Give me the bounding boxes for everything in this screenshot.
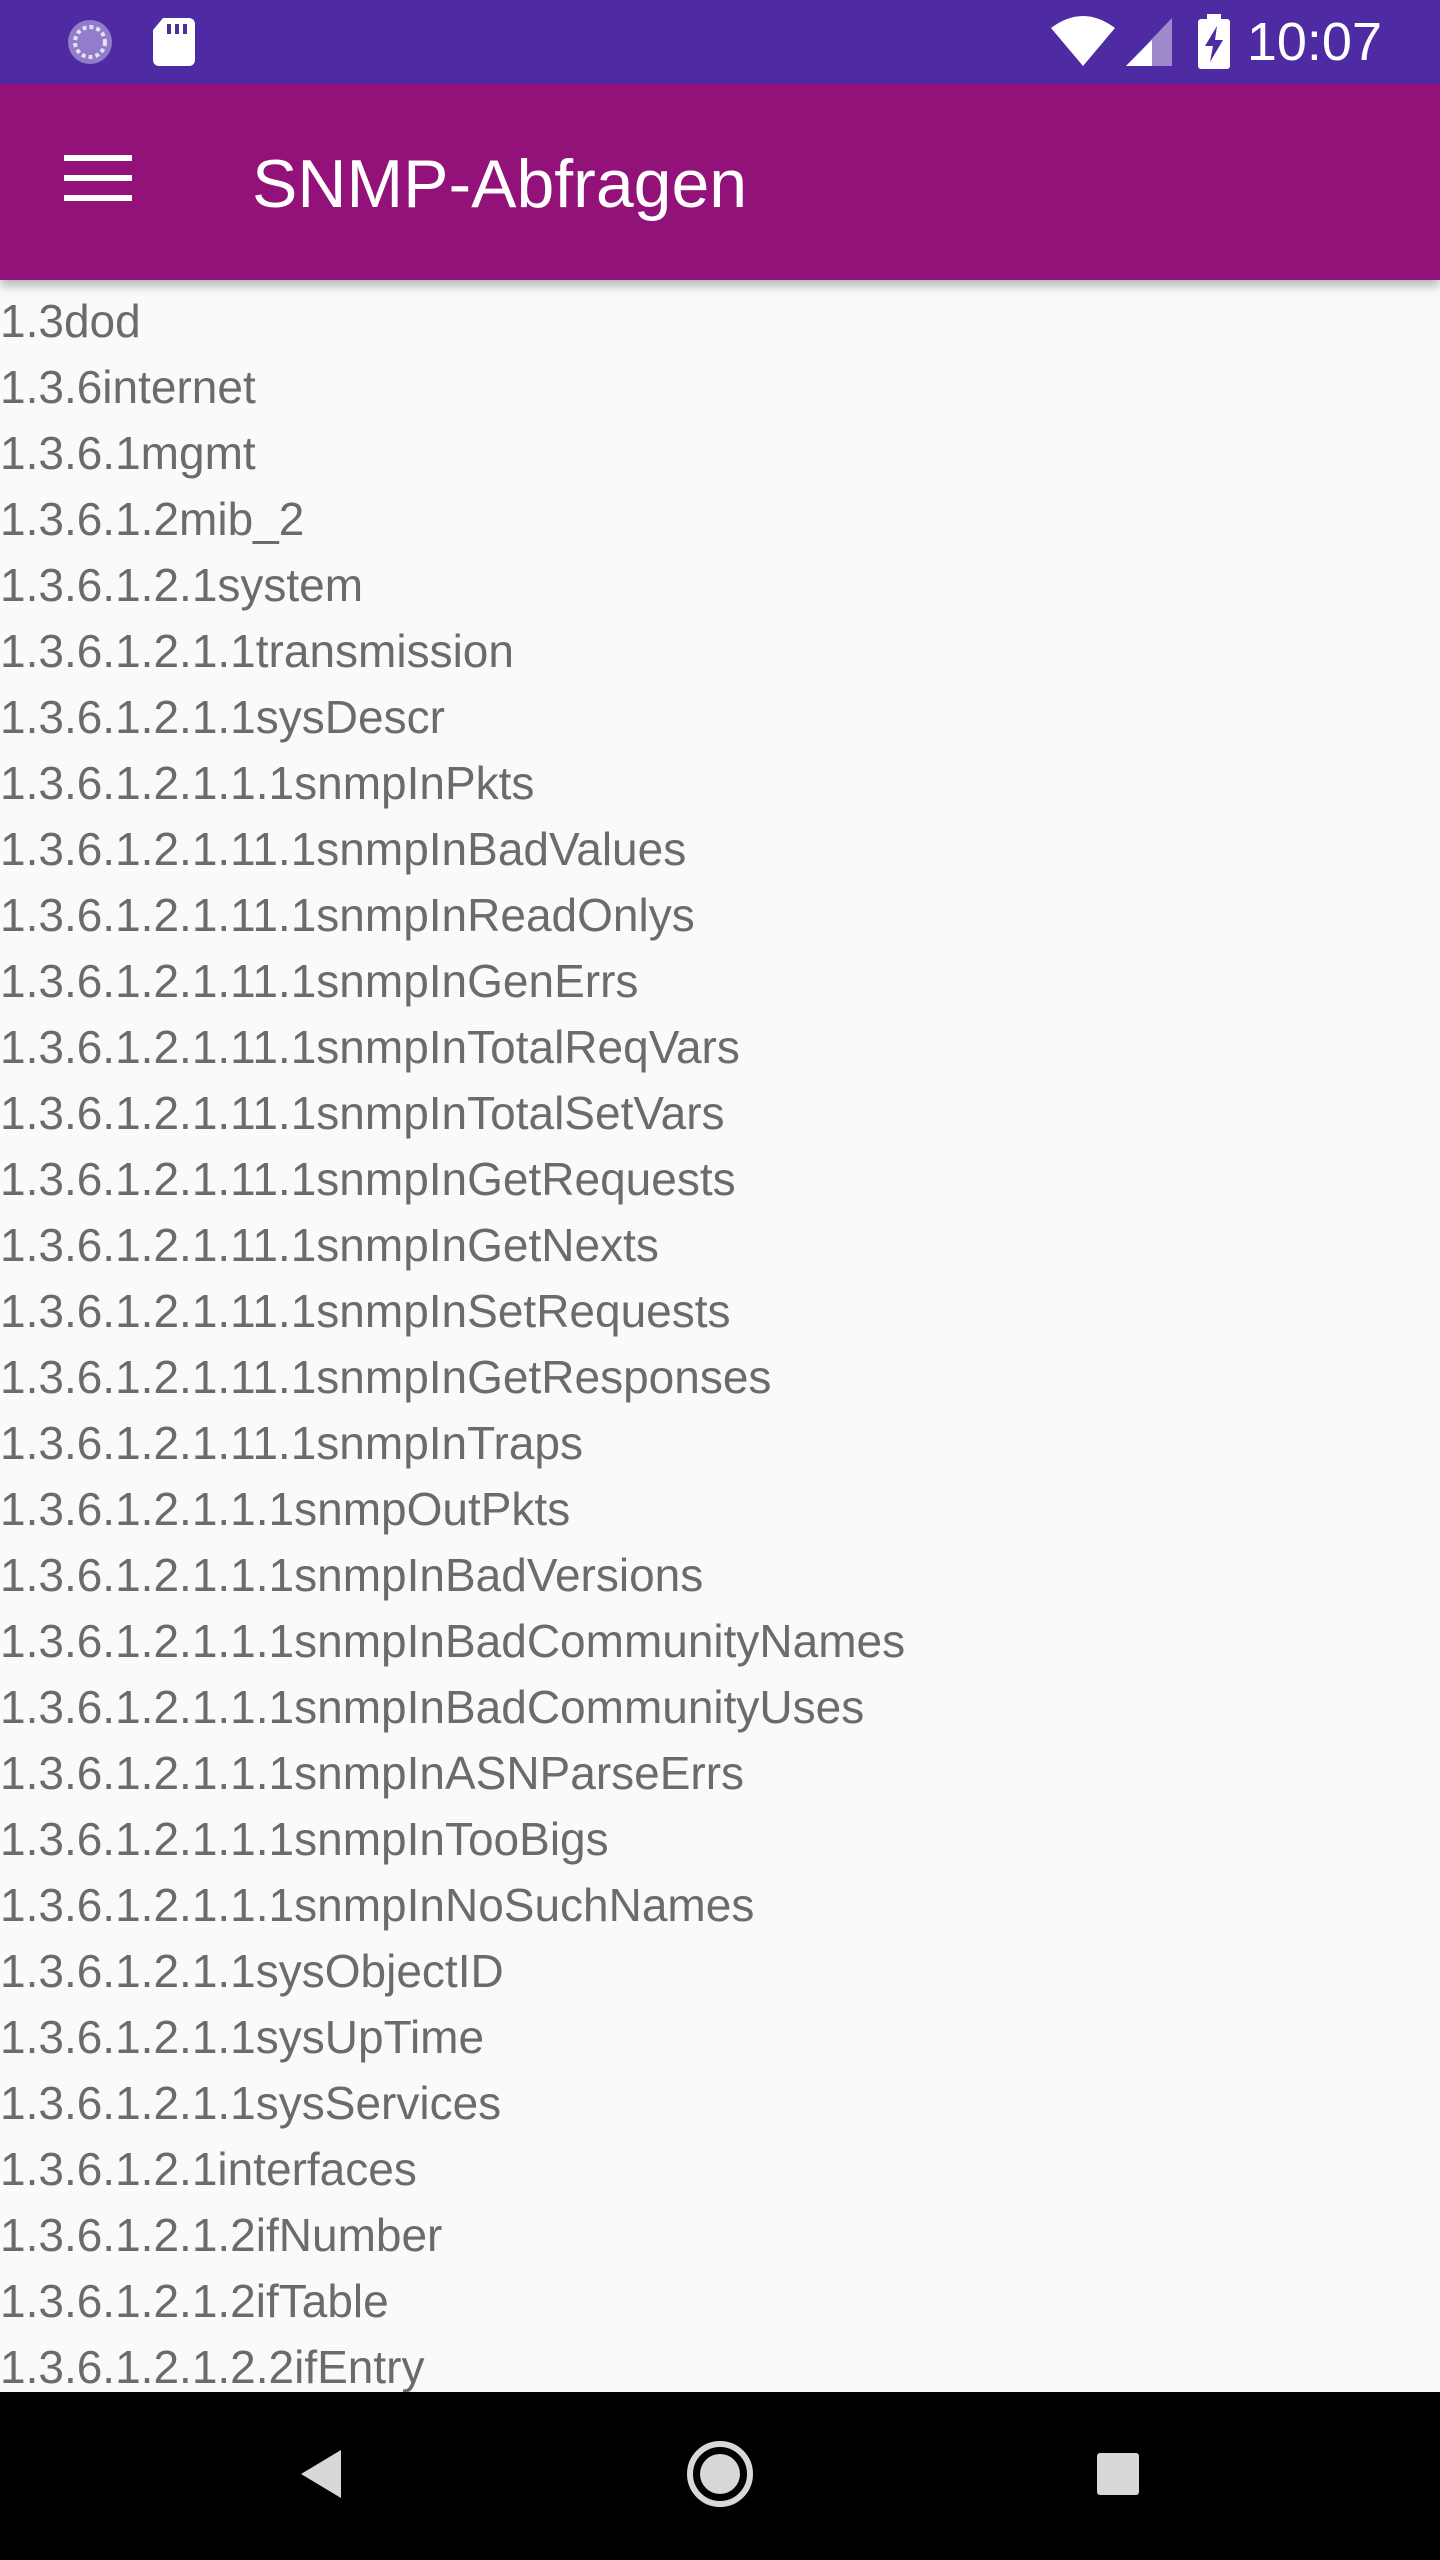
- sync-icon: [62, 14, 118, 70]
- list-item[interactable]: 1.3.6.1.2.1.1sysServices: [0, 2070, 1440, 2136]
- list-item[interactable]: 1.3.6.1.2.1.11.1snmpInBadValues: [0, 816, 1440, 882]
- list-item[interactable]: 1.3.6.1.2.1.11.1snmpInTraps: [0, 1410, 1440, 1476]
- navigation-menu-button[interactable]: [40, 122, 156, 238]
- home-button[interactable]: [670, 2426, 770, 2526]
- list-item[interactable]: 1.3.6.1.2.1system: [0, 552, 1440, 618]
- list-item[interactable]: 1.3.6.1.2.1.1.1snmpInNoSuchNames: [0, 1872, 1440, 1938]
- back-button[interactable]: [272, 2426, 372, 2526]
- app-bar: SNMP-Abfragen: [0, 84, 1440, 280]
- hamburger-menu-icon: [64, 153, 132, 208]
- wifi-icon: [1050, 14, 1116, 70]
- list-item[interactable]: 1.3.6.1.2.1.1.1snmpInBadCommunityNames: [0, 1608, 1440, 1674]
- list-item[interactable]: 1.3.6.1.2.1.1.1snmpOutPkts: [0, 1476, 1440, 1542]
- list-item[interactable]: 1.3.6.1.2.1.11.1snmpInGetRequests: [0, 1146, 1440, 1212]
- list-item[interactable]: 1.3.6.1.2.1.11.1snmpInReadOnlys: [0, 882, 1440, 948]
- sd-card-icon: [146, 14, 202, 70]
- list-item[interactable]: 1.3.6.1.2.1.1sysDescr: [0, 684, 1440, 750]
- list-item[interactable]: 1.3.6.1.2.1.11.1snmpInTotalSetVars: [0, 1080, 1440, 1146]
- status-time: 10:07: [1246, 12, 1382, 72]
- recents-icon: [1095, 2451, 1141, 2502]
- list-item[interactable]: 1.3.6.1.2.1.1.1snmpInBadCommunityUses: [0, 1674, 1440, 1740]
- page-title: SNMP-Abfragen: [252, 146, 748, 222]
- list-item[interactable]: 1.3.6.1.2.1.1sysObjectID: [0, 1938, 1440, 2004]
- signal-icon: [1124, 14, 1174, 70]
- list-item[interactable]: 1.3.6.1.2.1.1.1snmpInTooBigs: [0, 1806, 1440, 1872]
- list-item[interactable]: 1.3.6.1mgmt: [0, 420, 1440, 486]
- list-item[interactable]: 1.3.6.1.2.1.2ifTable: [0, 2268, 1440, 2334]
- list-item[interactable]: 1.3.6.1.2.1.2ifNumber: [0, 2202, 1440, 2268]
- oid-list[interactable]: 1.3dod 1.3.6internet 1.3.6.1mgmt 1.3.6.1.2m…: [0, 280, 1440, 2392]
- list-item[interactable]: 1.3.6.1.2.1.1.1snmpInBadVersions: [0, 1542, 1440, 1608]
- status-bar: 10:07: [0, 0, 1440, 84]
- list-item[interactable]: 1.3.6.1.2mib_2: [0, 486, 1440, 552]
- list-item[interactable]: 1.3.6.1.2.1.11.1snmpInGenErrs: [0, 948, 1440, 1014]
- list-item[interactable]: 1.3.6.1.2.1.1transmission: [0, 618, 1440, 684]
- list-item[interactable]: 1.3.6.1.2.1.1.1snmpInPkts: [0, 750, 1440, 816]
- oid-list-container[interactable]: 1.3dod 1.3.6internet 1.3.6.1mgmt 1.3.6.1.2m…: [0, 280, 1440, 2392]
- back-icon: [297, 2446, 347, 2507]
- system-navigation-bar: [0, 2392, 1440, 2560]
- list-item[interactable]: 1.3.6.1.2.1.11.1snmpInGetResponses: [0, 1344, 1440, 1410]
- list-item[interactable]: 1.3.6.1.2.1.11.1snmpInSetRequests: [0, 1278, 1440, 1344]
- list-item[interactable]: 1.3.6.1.2.1.2.2ifEntry: [0, 2334, 1440, 2392]
- home-icon: [684, 2438, 756, 2515]
- list-item[interactable]: 1.3.6.1.2.1.1.1snmpInASNParseErrs: [0, 1740, 1440, 1806]
- list-item[interactable]: 1.3.6.1.2.1.11.1snmpInGetNexts: [0, 1212, 1440, 1278]
- list-item[interactable]: 1.3.6.1.2.1.1sysUpTime: [0, 2004, 1440, 2070]
- list-item[interactable]: 1.3.6.1.2.1interfaces: [0, 2136, 1440, 2202]
- recents-button[interactable]: [1068, 2426, 1168, 2526]
- list-item[interactable]: 1.3.6internet: [0, 354, 1440, 420]
- list-item[interactable]: 1.3.6.1.2.1.11.1snmpInTotalReqVars: [0, 1014, 1440, 1080]
- battery-charging-icon: [1196, 14, 1232, 70]
- list-item[interactable]: 1.3dod: [0, 288, 1440, 354]
